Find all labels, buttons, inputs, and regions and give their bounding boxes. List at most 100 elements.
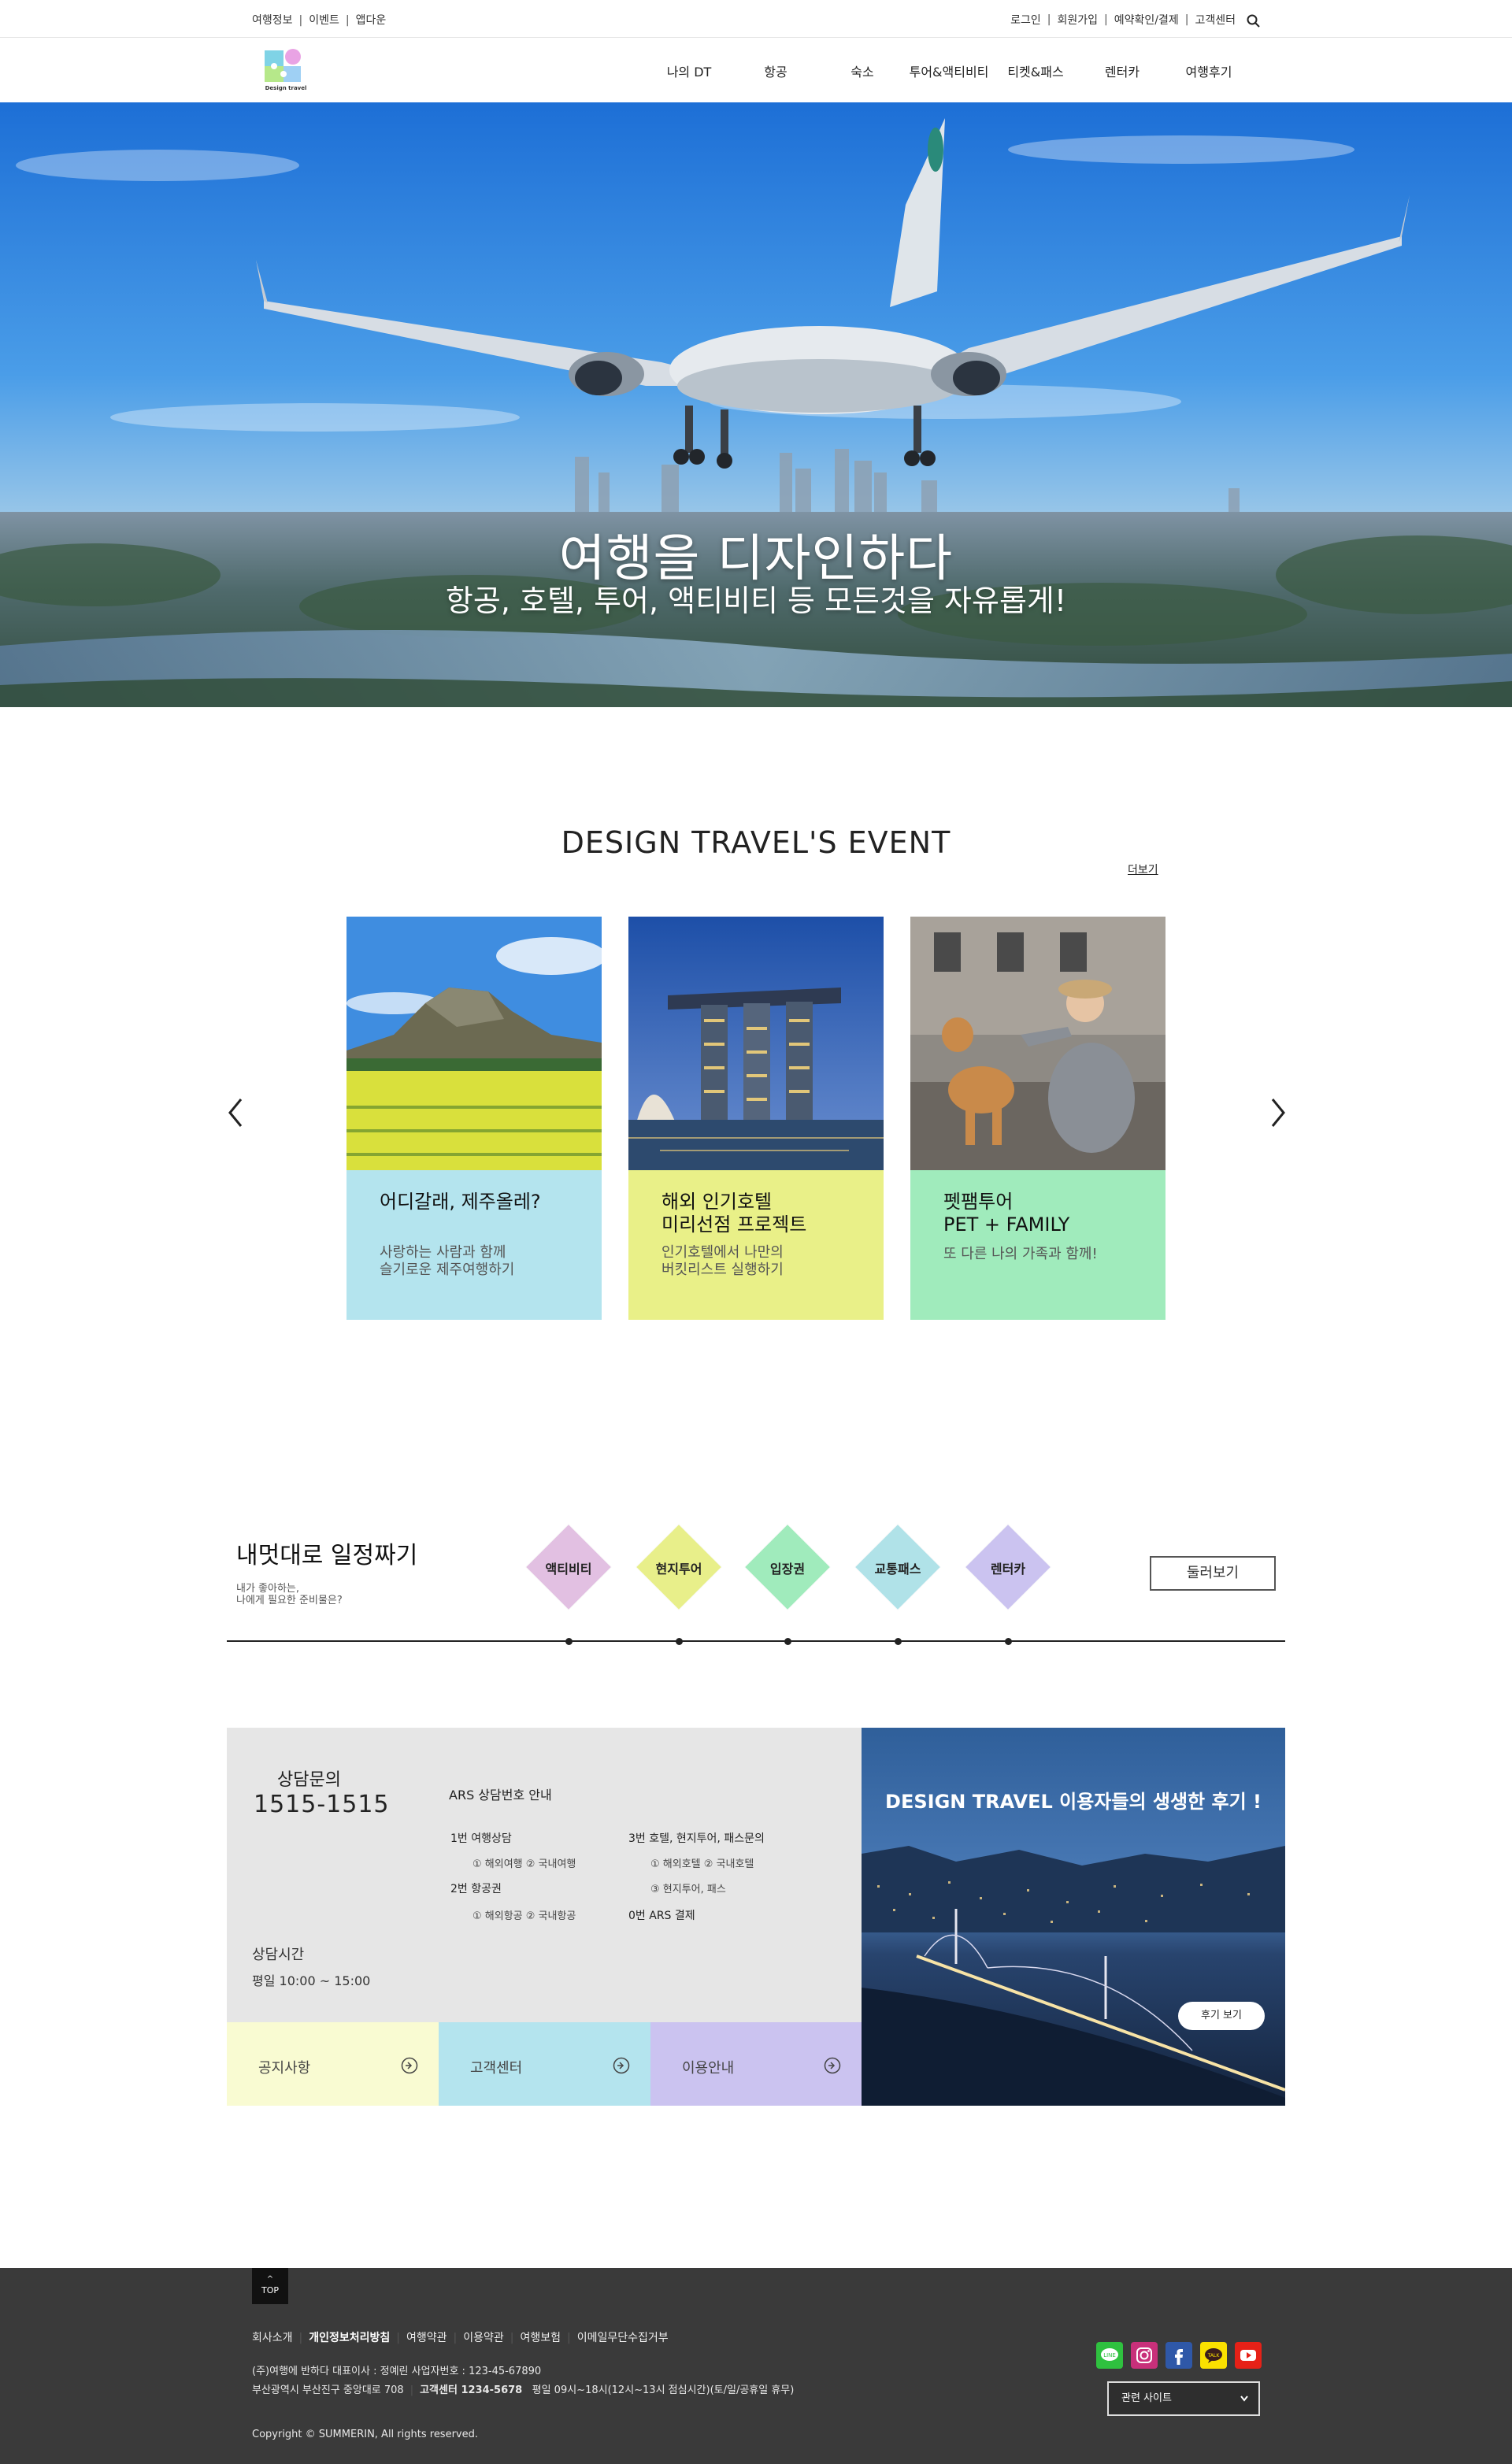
schedule-item-rentacar[interactable]: 렌터카 <box>964 1523 1052 1611</box>
youtube-icon[interactable] <box>1235 2342 1262 2369</box>
events-title: DESIGN TRAVEL'S EVENT <box>561 825 951 860</box>
link-event[interactable]: 이벤트 <box>309 14 339 27</box>
logo[interactable]: Design travel <box>261 46 310 94</box>
schedule-item-activity[interactable]: 액티비티 <box>524 1523 613 1611</box>
event-image-pet <box>910 917 1166 1170</box>
line-icon[interactable]: LINE <box>1096 2342 1123 2369</box>
footer-link-email-refusal[interactable]: 이메일무단수집거부 <box>577 2332 669 2344</box>
event-card-hotel[interactable]: 해외 인기호텔 미리선점 프로젝트 인기호텔에서 나만의 버킷리스트 실행하기 <box>628 917 884 1320</box>
consult-time: 평일 10:00 ~ 15:00 <box>252 1973 371 1988</box>
consult-phone: 1515-1515 <box>254 1791 390 1818</box>
consult-time-label: 상담시간 <box>252 1947 305 1963</box>
schedule-item-ticket[interactable]: 입장권 <box>743 1523 832 1611</box>
nav-hotel[interactable]: 숙소 <box>819 61 906 83</box>
ars-item: 3번 호텔, 현지투어, 패스문의 <box>628 1832 765 1845</box>
hero-banner: 여행을 디자인하다 항공, 호텔, 투어, 액티비티 등 모든것을 자유롭게! <box>0 102 1512 707</box>
quick-link-customer-center[interactable]: 고객센터 <box>439 2022 650 2106</box>
event-desc: 또 다른 나의 가족과 함께! <box>943 1246 1098 1262</box>
utility-left-links: 여행정보 | 이벤트 | 앱다운 <box>252 14 387 27</box>
facebook-icon[interactable] <box>1166 2342 1192 2369</box>
consult-panel: 상담문의 1515-1515 ARS 상담번호 안내 1번 여행상담 ① 해외여… <box>227 1728 862 2022</box>
top-utility-bar: 여행정보 | 이벤트 | 앱다운 로그인 | 회원가입 | 예약확인/결제 | 고객센터 <box>0 0 1512 38</box>
related-sites-select[interactable]: 관련 사이트 <box>1107 2381 1260 2416</box>
footer-link-company[interactable]: 회사소개 <box>252 2332 293 2344</box>
ars-subitem: ① 해외여행 ② 국내여행 <box>472 1858 576 1870</box>
arrow-circle-icon <box>824 2057 841 2074</box>
footer-copyright: Copyright © SUMMERIN, All rights reserve… <box>252 2429 479 2440</box>
timeline-dot <box>895 1638 902 1645</box>
event-text-jeju: 어디갈래, 제주올레? 사랑하는 사람과 함께 슬기로운 제주여행하기 <box>346 1170 602 1320</box>
caret-up-icon: ^ <box>266 2275 274 2284</box>
events-more-link[interactable]: 더보기 <box>1128 861 1158 877</box>
schedule-item-label: 액티비티 <box>545 1562 592 1577</box>
svg-text:TALK: TALK <box>1207 2353 1221 2358</box>
instagram-icon[interactable] <box>1131 2342 1158 2369</box>
footer-phone: 고객센터 1234-5678 <box>420 2384 523 2396</box>
link-app-download[interactable]: 앱다운 <box>356 14 387 27</box>
link-signup[interactable]: 회원가입 <box>1058 12 1099 28</box>
event-title: 펫팸투어 PET + FAMILY <box>943 1191 1070 1236</box>
event-title: 해외 인기호텔 미리선점 프로젝트 <box>662 1191 807 1236</box>
ars-subitem: ③ 현지투어, 패스 <box>650 1884 726 1895</box>
chevron-right-icon[interactable] <box>1266 1093 1290 1132</box>
quick-link-guide[interactable]: 이용안내 <box>650 2022 862 2106</box>
event-desc: 사랑하는 사람과 함께 슬기로운 제주여행하기 <box>380 1244 515 1278</box>
event-card-pet[interactable]: 펫팸투어 PET + FAMILY 또 다른 나의 가족과 함께! <box>910 917 1166 1320</box>
footer-link-insurance[interactable]: 여행보험 <box>521 2332 561 2344</box>
main-header: Design travel 나의 DT 항공 숙소 투어&액티비티 티켓&패스 … <box>0 38 1512 102</box>
main-nav: 나의 DT 항공 숙소 투어&액티비티 티켓&패스 렌터카 여행후기 <box>646 61 1252 83</box>
footer-address-info: 부산광역시 부산진구 중앙대로 708 | 고객센터 1234-5678 평일 09… <box>252 2384 795 2396</box>
nav-my-dt[interactable]: 나의 DT <box>646 61 732 83</box>
schedule-timeline <box>227 1640 1285 1642</box>
link-reservation[interactable]: 예약확인/결제 <box>1114 12 1179 28</box>
schedule-item-local-tour[interactable]: 현지투어 <box>635 1523 723 1611</box>
event-image-jeju <box>346 917 602 1170</box>
link-login[interactable]: 로그인 <box>1010 12 1041 28</box>
footer: ^ TOP 회사소개 | 개인정보처리방침 | 여행약관 | 이용약관 | 여행보험 | 이메일무단… <box>0 2268 1512 2464</box>
svg-text:LINE: LINE <box>1103 2352 1116 2358</box>
quick-link-label: 고객센터 <box>470 2060 523 2077</box>
nav-review[interactable]: 여행후기 <box>1166 61 1252 83</box>
nav-ticket-pass[interactable]: 티켓&패스 <box>992 61 1079 83</box>
footer-address: 부산광역시 부산진구 중앙대로 708 <box>252 2384 404 2396</box>
schedule-item-label: 렌터카 <box>990 1562 1026 1577</box>
footer-links: 회사소개 | 개인정보처리방침 | 여행약관 | 이용약관 | 여행보험 | 이메일무단수집거부 <box>252 2332 669 2344</box>
event-card-jeju[interactable]: 어디갈래, 제주올레? 사랑하는 사람과 함께 슬기로운 제주여행하기 <box>346 917 602 1320</box>
footer-link-terms[interactable]: 이용약관 <box>463 2332 504 2344</box>
utility-right-links: 로그인 | 회원가입 | 예약확인/결제 | 고객센터 <box>1010 12 1260 28</box>
browse-button[interactable]: 둘러보기 <box>1150 1556 1276 1591</box>
schedule-item-label: 교통패스 <box>874 1562 921 1577</box>
scroll-top-button[interactable]: ^ TOP <box>252 2268 288 2304</box>
ars-subitem: ① 해외항공 ② 국내항공 <box>472 1910 576 1922</box>
timeline-dot <box>784 1638 791 1645</box>
review-banner: DESIGN TRAVEL 이용자들의 생생한 후기 ! 후기 보기 <box>862 1728 1285 2106</box>
schedule-item-transport-pass[interactable]: 교통패스 <box>854 1523 942 1611</box>
search-icon[interactable] <box>1247 14 1260 28</box>
chevron-down-icon <box>1240 2383 1249 2428</box>
link-travel-info[interactable]: 여행정보 <box>252 14 293 27</box>
ars-item: 2번 항공권 <box>450 1883 502 1895</box>
ars-item: 1번 여행상담 <box>450 1832 512 1845</box>
timeline-dot <box>1005 1638 1012 1645</box>
nav-rentacar[interactable]: 렌터카 <box>1079 61 1166 83</box>
timeline-dot <box>565 1638 573 1645</box>
review-image <box>862 1728 1285 2106</box>
footer-link-travel-terms[interactable]: 여행약관 <box>406 2332 447 2344</box>
view-reviews-button[interactable]: 후기 보기 <box>1178 2002 1265 2030</box>
footer-company-info: (주)여행에 반하다 대표이사 : 정예린 사업자번호 : 123-45-678… <box>252 2366 542 2377</box>
footer-link-privacy[interactable]: 개인정보처리방침 <box>309 2332 390 2344</box>
nav-tour-activity[interactable]: 투어&액티비티 <box>906 61 992 83</box>
kakaotalk-icon[interactable]: TALK <box>1200 2342 1227 2369</box>
schedule-item-label: 현지투어 <box>655 1562 702 1577</box>
logo-text: Design travel <box>265 85 307 91</box>
nav-flight[interactable]: 항공 <box>732 61 819 83</box>
footer-hours: 평일 09시~18시(12시~13시 점심시간)(토/일/공휴일 휴무) <box>532 2384 795 2396</box>
schedule-title: 내멋대로 일정짜기 <box>236 1542 418 1569</box>
chevron-left-icon[interactable] <box>224 1093 247 1132</box>
quick-link-label: 공지사항 <box>258 2060 311 2077</box>
hero-subtitle: 항공, 호텔, 투어, 액티비티 등 모든것을 자유롭게! <box>445 584 1067 618</box>
review-title: DESIGN TRAVEL 이용자들의 생생한 후기 ! <box>885 1791 1262 1813</box>
arrow-circle-icon <box>613 2057 630 2074</box>
quick-link-notice[interactable]: 공지사항 <box>227 2022 439 2106</box>
link-customer-center[interactable]: 고객센터 <box>1195 12 1236 28</box>
